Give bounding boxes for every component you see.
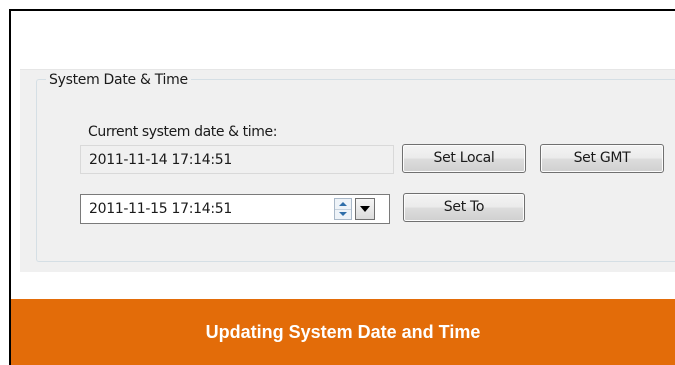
chevron-down-icon (360, 206, 370, 212)
date-time-picker[interactable]: 2011-11-15 17:14:51 (80, 194, 390, 224)
set-local-button[interactable]: Set Local (402, 144, 526, 173)
spin-down-button[interactable] (335, 209, 351, 219)
date-time-picker-value[interactable]: 2011-11-15 17:14:51 (89, 201, 232, 217)
date-time-spinner[interactable] (334, 198, 352, 220)
group-title: System Date & Time (46, 72, 191, 88)
current-date-time-label: Current system date & time: (88, 124, 278, 140)
caption-text: Updating System Date and Time (205, 321, 481, 342)
set-to-button[interactable]: Set To (403, 193, 525, 222)
calendar-dropdown-button[interactable] (355, 198, 375, 220)
arrow-down-icon (339, 212, 347, 216)
arrow-up-icon (339, 202, 347, 206)
current-date-time-field: 2011-11-14 17:14:51 (80, 145, 394, 174)
set-gmt-button[interactable]: Set GMT (540, 144, 664, 173)
caption-banner: Updating System Date and Time (9, 299, 675, 365)
